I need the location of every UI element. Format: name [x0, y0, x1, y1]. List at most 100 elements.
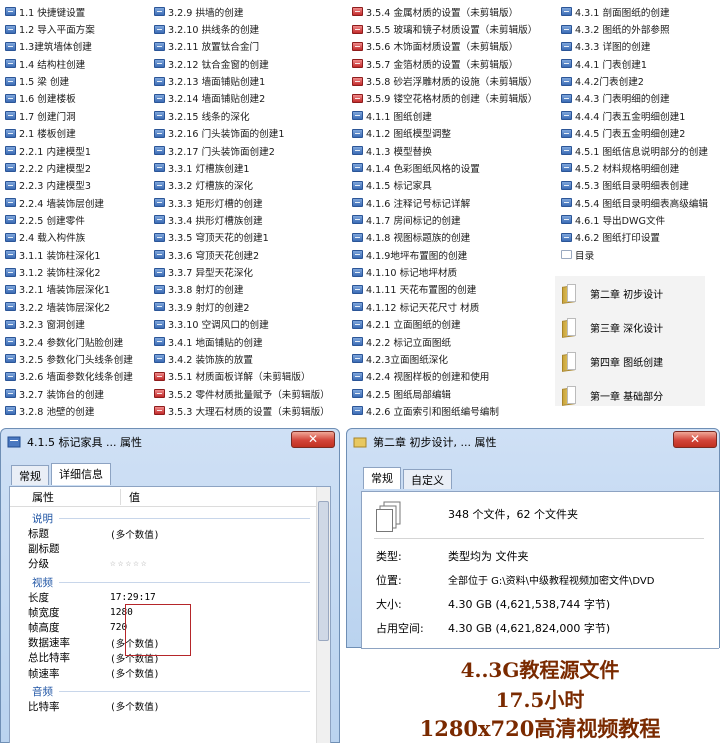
folder-item[interactable]: 第二章 初步设计 — [555, 276, 705, 310]
video-file-item[interactable]: 2.2.3 内建模型3 — [5, 177, 133, 194]
scrollbar[interactable] — [316, 487, 330, 743]
folder-item[interactable]: 第四章 图纸创建 — [555, 344, 705, 378]
video-file-item[interactable]: 4.5.2 材料规格明细创建 — [561, 159, 708, 176]
video-file-item[interactable]: 3.2.4 参数化门贴脸创建 — [5, 333, 133, 350]
rating-stars[interactable]: ☆☆☆☆☆ — [108, 558, 149, 569]
video-file-item[interactable]: 3.2.7 装饰台的创建 — [5, 385, 133, 402]
video-file-item[interactable]: 3.2.1 墙装饰层深化1 — [5, 281, 133, 298]
video-file-item[interactable]: 4.2.5 图纸局部编辑 — [352, 385, 537, 402]
close-button[interactable]: ✕ — [673, 431, 717, 448]
video-file-item[interactable]: 3.5.8 砂岩浮雕材质的设施（未剪辑版） — [352, 72, 537, 89]
video-file-item[interactable]: 4.2.6 立面索引和图纸编号编制 — [352, 402, 537, 419]
video-file-item[interactable]: 2.2.5 创建零件 — [5, 211, 133, 228]
prop-row[interactable]: 帧速率 (多个数值) — [10, 666, 316, 681]
video-file-item[interactable]: 1.7 创建门洞 — [5, 107, 133, 124]
video-file-item[interactable]: 4.1.7 房间标记的创建 — [352, 211, 537, 228]
dialog-titlebar[interactable]: 4.1.5 标记家具 ... 属性 — [1, 429, 339, 455]
video-file-item[interactable]: 3.4.2 装饰族的放置 — [154, 350, 330, 367]
video-file-item[interactable]: 4.4.1 门表创建1 — [561, 55, 708, 72]
video-file-item[interactable]: 3.5.5 玻璃和镜子材质设置（未剪辑版） — [352, 20, 537, 37]
video-file-item[interactable]: 4.1.12 标记天花尺寸 材质 — [352, 298, 537, 315]
video-file-item[interactable]: 4.2.1 立面图纸的创建 — [352, 315, 537, 332]
prop-row[interactable]: 标题 (多个数值) — [10, 526, 316, 541]
video-file-item[interactable]: 4.3.3 详图的创建 — [561, 38, 708, 55]
video-file-item[interactable]: 3.3.5 穹顶天花的创建1 — [154, 229, 330, 246]
video-file-item[interactable]: 1.5 梁 创建 — [5, 72, 133, 89]
folder-item[interactable]: 第三章 深化设计 — [555, 310, 705, 344]
video-file-item[interactable]: 3.2.8 池壁的创建 — [5, 402, 133, 419]
video-file-item[interactable]: 3.5.7 金箔材质的设置（未剪辑版） — [352, 55, 537, 72]
video-file-item[interactable]: 3.2.15 线条的深化 — [154, 107, 330, 124]
video-file-item[interactable]: 3.1.1 装饰柱深化1 — [5, 246, 133, 263]
tab-custom[interactable]: 自定义 — [403, 469, 452, 489]
video-file-item[interactable]: 3.2.11 放置钛合金门 — [154, 38, 330, 55]
tab-general[interactable]: 常规 — [363, 467, 401, 489]
video-file-item[interactable]: 3.5.6 木饰面材质设置（未剪辑版） — [352, 38, 537, 55]
video-file-item[interactable]: 1.3建筑墙体创建 — [5, 38, 133, 55]
video-file-item[interactable]: 3.3.7 异型天花深化 — [154, 263, 330, 280]
video-file-item[interactable]: 2.4 载入构件族 — [5, 229, 133, 246]
video-file-item[interactable]: 3.3.1 灯槽族创建1 — [154, 159, 330, 176]
video-file-item[interactable]: 4.1.4 色彩图纸风格的设置 — [352, 159, 537, 176]
video-file-item[interactable]: 1.4 结构柱创建 — [5, 55, 133, 72]
video-file-item[interactable]: 3.5.9 镂空花格材质的创建（未剪辑版） — [352, 90, 537, 107]
video-file-item[interactable]: 4.6.1 导出DWG文件 — [561, 211, 708, 228]
video-file-item[interactable]: 4.1.1 图纸创建 — [352, 107, 537, 124]
video-file-item[interactable]: 3.5.2 零件材质批量赋予（未剪辑版） — [154, 385, 330, 402]
video-file-item[interactable]: 4.1.3 模型替换 — [352, 142, 537, 159]
video-file-item[interactable]: 4.5.1 图纸信息说明部分的创建 — [561, 142, 708, 159]
video-file-item[interactable]: 4.6.2 图纸打印设置 — [561, 229, 708, 246]
col-value[interactable]: 值 — [120, 488, 140, 505]
prop-row[interactable]: 长度 17:29:17 — [10, 590, 316, 605]
video-file-item[interactable]: 4.5.3 图纸目录明细表创建 — [561, 177, 708, 194]
video-file-item[interactable]: 4.1.11 天花布置图的创建 — [352, 281, 537, 298]
video-file-item[interactable]: 3.3.6 穹顶天花创建2 — [154, 246, 330, 263]
video-file-item[interactable]: 4.4.4 门表五金明细创建1 — [561, 107, 708, 124]
video-file-item[interactable]: 3.3.9 射灯的创建2 — [154, 298, 330, 315]
video-file-item[interactable]: 2.2.1 内建模型1 — [5, 142, 133, 159]
video-file-item[interactable]: 3.3.4 拱形灯槽族创建 — [154, 211, 330, 228]
video-file-item[interactable]: 4.3.2 图纸的外部参照 — [561, 20, 708, 37]
video-file-item[interactable]: 3.2.5 参数化门头线条创建 — [5, 350, 133, 367]
video-file-item[interactable]: 4.4.3 门表明细的创建 — [561, 90, 708, 107]
video-file-item[interactable]: 3.2.10 拱线条的创建 — [154, 20, 330, 37]
video-file-item[interactable]: 4.1.8 视图标题族的创建 — [352, 229, 537, 246]
video-file-item[interactable]: 3.2.14 墙面铺贴创建2 — [154, 90, 330, 107]
video-file-item[interactable]: 1.1 快捷键设置 — [5, 3, 133, 20]
video-file-item[interactable]: 4.4.5 门表五金明细创建2 — [561, 125, 708, 142]
video-file-item[interactable]: 3.3.2 灯槽族的深化 — [154, 177, 330, 194]
video-file-item[interactable]: 4.1.2 图纸模型调整 — [352, 125, 537, 142]
col-property[interactable]: 属性 — [10, 489, 120, 505]
folder-item[interactable]: 第一章 基础部分 — [555, 378, 705, 412]
video-file-item[interactable]: 3.2.9 拱墙的创建 — [154, 3, 330, 20]
video-file-item[interactable]: 4.2.2 标记立面图纸 — [352, 333, 537, 350]
video-file-item[interactable]: 4.1.5 标记家具 — [352, 177, 537, 194]
video-file-item[interactable]: 3.2.3 窗洞创建 — [5, 315, 133, 332]
tab-details[interactable]: 详细信息 — [51, 463, 111, 485]
prop-row[interactable]: 分级 ☆☆☆☆☆ — [10, 556, 316, 571]
video-file-item[interactable]: 3.5.3 大理石材质的设置（未剪辑版） — [154, 402, 330, 419]
video-file-item[interactable]: 2.2.2 内建模型2 — [5, 159, 133, 176]
close-button[interactable]: ✕ — [291, 431, 335, 448]
video-file-item[interactable]: 2.2.4 墙装饰层创建 — [5, 194, 133, 211]
dialog-titlebar[interactable]: 第二章 初步设计, ... 属性 — [347, 429, 719, 455]
video-file-item[interactable]: 3.5.4 金属材质的设置（未剪辑版） — [352, 3, 537, 20]
video-file-item[interactable]: 4.5.4 图纸目录明细表高级编辑 — [561, 194, 708, 211]
video-file-item[interactable]: 3.4.1 地面铺贴的创建 — [154, 333, 330, 350]
video-file-item[interactable]: 4.4.2门表创建2 — [561, 72, 708, 89]
video-file-item[interactable]: 4.1.9地坪布置图的创建 — [352, 246, 537, 263]
video-file-item[interactable]: 3.2.2 墙装饰层深化2 — [5, 298, 133, 315]
video-file-item[interactable]: 3.2.6 墙面参数化线条创建 — [5, 368, 133, 385]
prop-row[interactable]: 副标题 — [10, 541, 316, 556]
tab-general[interactable]: 常规 — [11, 465, 49, 485]
video-file-item[interactable]: 3.3.3 矩形灯槽的创建 — [154, 194, 330, 211]
video-file-item[interactable]: 1.2 导入平面方案 — [5, 20, 133, 37]
video-file-item[interactable]: 3.2.13 墙面铺贴创建1 — [154, 72, 330, 89]
video-file-item[interactable]: 4.1.6 注释记号标记详解 — [352, 194, 537, 211]
prop-row[interactable]: 比特率 (多个数值) — [10, 699, 316, 714]
video-file-item[interactable]: 3.2.17 门头装饰面创建2 — [154, 142, 330, 159]
video-file-item[interactable]: 目录 — [561, 246, 708, 263]
video-file-item[interactable]: 1.6 创建楼板 — [5, 90, 133, 107]
video-file-item[interactable]: 4.2.3立面图纸深化 — [352, 350, 537, 367]
video-file-item[interactable]: 4.1.10 标记地坪材质 — [352, 263, 537, 280]
